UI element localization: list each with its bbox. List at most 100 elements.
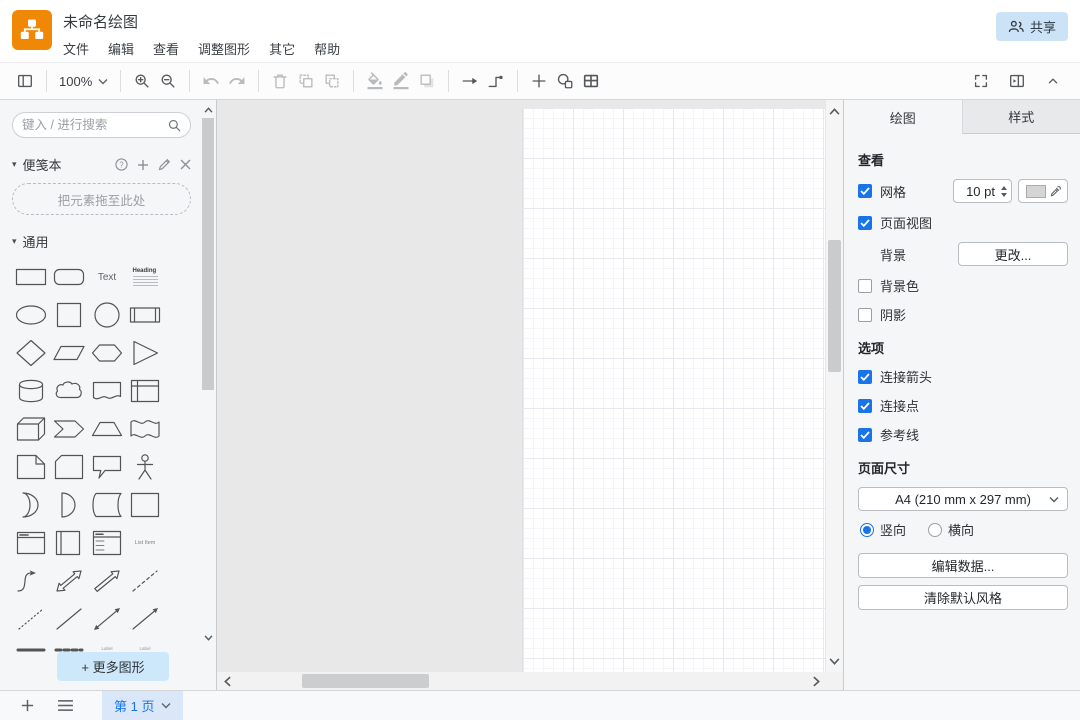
tab-样式[interactable]: 样式 <box>962 100 1080 134</box>
shape-line[interactable] <box>51 602 87 636</box>
add-icon[interactable] <box>137 159 149 171</box>
menu-帮助[interactable]: 帮助 <box>314 39 340 58</box>
canvas-vertical-scrollbar[interactable] <box>826 100 843 672</box>
background-color-checkbox[interactable] <box>858 279 872 293</box>
insert-shape-button[interactable] <box>526 68 552 94</box>
scroll-up-icon[interactable] <box>828 104 841 118</box>
page-view-checkbox[interactable] <box>858 216 872 230</box>
shape-list-item[interactable]: List Item <box>127 526 163 560</box>
share-button[interactable]: 共享 <box>996 12 1068 41</box>
scroll-left-icon[interactable] <box>220 674 234 688</box>
shape-search-input[interactable] <box>22 118 168 132</box>
shape-bidirectional-arrow[interactable] <box>51 564 87 598</box>
to-back-button[interactable] <box>319 68 345 94</box>
menu-编辑[interactable]: 编辑 <box>108 39 134 58</box>
shape-dashed-line[interactable] <box>127 564 163 598</box>
fullscreen-button[interactable] <box>968 68 994 94</box>
orientation-竖向[interactable]: 竖向 <box>860 520 906 539</box>
shape-actor[interactable] <box>127 450 163 484</box>
help-icon[interactable]: ? <box>115 158 128 171</box>
shape-step[interactable] <box>51 412 87 446</box>
shape-triangle[interactable] <box>127 336 163 370</box>
option-checkbox[interactable] <box>858 399 872 413</box>
horizontal-scrollbar-thumb[interactable] <box>302 674 429 688</box>
shape-dotted-line[interactable] <box>13 602 49 636</box>
scroll-right-icon[interactable] <box>809 674 823 688</box>
undo-button[interactable] <box>198 68 224 94</box>
shape-window[interactable] <box>13 526 49 560</box>
pages-menu-button[interactable] <box>52 693 78 719</box>
add-page-button[interactable] <box>14 693 40 719</box>
line-color-button[interactable] <box>388 68 414 94</box>
shape-link[interactable] <box>13 640 49 656</box>
grid-color-button[interactable] <box>1018 179 1068 203</box>
shape-cube[interactable] <box>13 412 49 446</box>
collapse-arrow-icon[interactable]: ▾ <box>12 159 17 170</box>
vertical-scrollbar-thumb[interactable] <box>828 240 841 372</box>
shape-text[interactable]: Text <box>89 260 125 294</box>
shape-cylinder[interactable] <box>13 374 49 408</box>
close-icon[interactable] <box>180 159 191 170</box>
zoom-in-button[interactable] <box>129 68 155 94</box>
delete-button[interactable] <box>267 68 293 94</box>
app-logo-icon[interactable] <box>12 10 52 50</box>
stepper-down-icon[interactable] <box>1001 193 1007 197</box>
connection-waypoints-button[interactable] <box>483 68 509 94</box>
shape-callout[interactable] <box>89 450 125 484</box>
collapse-toolbar-button[interactable] <box>1040 68 1066 94</box>
toggle-shapes-panel-button[interactable] <box>12 68 38 94</box>
shadow-checkbox[interactable] <box>858 308 872 322</box>
edit-pencil-icon[interactable] <box>158 158 171 171</box>
shape-container[interactable] <box>127 488 163 522</box>
zoom-out-button[interactable] <box>155 68 181 94</box>
zoom-dropdown[interactable]: 100% <box>55 74 112 89</box>
shape-tape[interactable] <box>127 412 163 446</box>
connection-arrow-button[interactable] <box>457 68 483 94</box>
option-checkbox[interactable] <box>858 370 872 384</box>
shape-and[interactable] <box>51 488 87 522</box>
scroll-up-icon[interactable] <box>202 104 214 116</box>
shape-hexagon[interactable] <box>89 336 125 370</box>
fill-color-button[interactable] <box>362 68 388 94</box>
shape-parallelogram[interactable] <box>51 336 87 370</box>
edit-data-button[interactable]: 编辑数据... <box>858 553 1068 578</box>
grid-size-input[interactable] <box>954 184 998 199</box>
shape-bidirectional-connector[interactable] <box>89 602 125 636</box>
shape-cloud[interactable] <box>51 374 87 408</box>
shape-directional-connector[interactable] <box>127 602 163 636</box>
stepper-up-icon[interactable] <box>1001 186 1007 190</box>
tab-绘图[interactable]: 绘图 <box>844 100 962 134</box>
radio-icon[interactable] <box>860 523 874 537</box>
page-tab[interactable]: 第 1 页 <box>102 691 183 720</box>
option-checkbox[interactable] <box>858 428 872 442</box>
shape-rectangle[interactable] <box>13 260 49 294</box>
grid-checkbox[interactable] <box>858 184 872 198</box>
shape-diamond[interactable] <box>13 336 49 370</box>
sidebar-scrollbar[interactable] <box>201 102 215 646</box>
menu-文件[interactable]: 文件 <box>63 39 89 58</box>
insert-table-button[interactable] <box>578 68 604 94</box>
shape-ellipse[interactable] <box>13 298 49 332</box>
shape-square[interactable] <box>51 298 87 332</box>
clear-default-style-button[interactable]: 清除默认风格 <box>858 585 1068 610</box>
scroll-down-icon[interactable] <box>828 654 841 668</box>
shape-process[interactable] <box>127 298 163 332</box>
shape-or[interactable] <box>13 488 49 522</box>
document-title[interactable]: 未命名绘图 <box>63 11 340 32</box>
shape-arrow[interactable] <box>89 564 125 598</box>
search-icon[interactable] <box>168 119 181 132</box>
shape-vertical-container[interactable] <box>51 526 87 560</box>
sidebar-scrollbar-thumb[interactable] <box>202 118 214 390</box>
shape-card[interactable] <box>51 450 87 484</box>
canvas-horizontal-scrollbar[interactable] <box>217 672 826 690</box>
menu-查看[interactable]: 查看 <box>153 39 179 58</box>
page-size-select[interactable]: A4 (210 mm x 297 mm) <box>858 487 1068 511</box>
shape-document[interactable] <box>89 374 125 408</box>
shape-picker-button[interactable] <box>552 68 578 94</box>
shape-circle[interactable] <box>89 298 125 332</box>
shape-textbox[interactable]: Heading <box>127 260 163 294</box>
shape-rounded-rectangle[interactable] <box>51 260 87 294</box>
shadow-button[interactable] <box>414 68 440 94</box>
drawing-page[interactable] <box>522 108 825 672</box>
shape-data-storage[interactable] <box>89 488 125 522</box>
